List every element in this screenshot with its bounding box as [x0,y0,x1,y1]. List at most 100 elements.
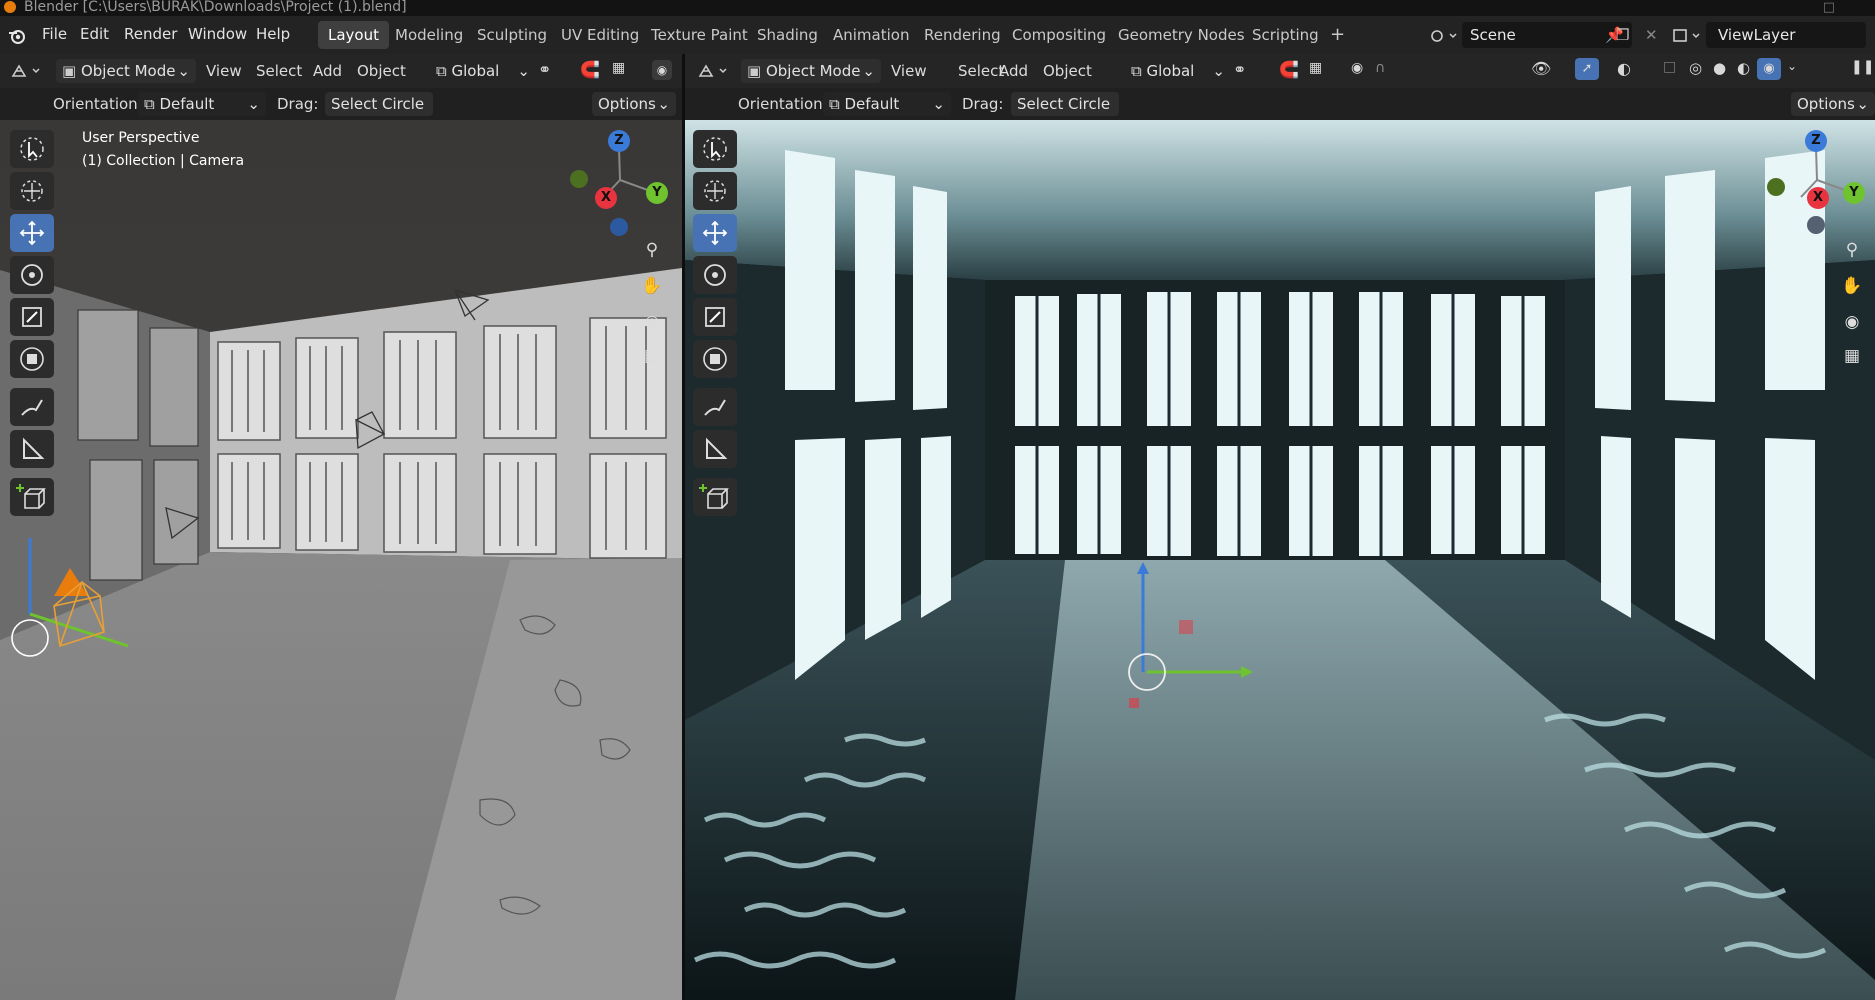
overlay-icon[interactable]: ◐ [1617,59,1631,78]
solid-shading-icon[interactable]: ● [1713,59,1726,77]
mode-dropdown[interactable]: ▣ Object Mode ⌄ [741,59,881,83]
orientation-dropdown[interactable]: ⧉ Default ⌄ [138,92,266,116]
menu-render[interactable]: Render [124,25,177,43]
tab-uv-editing[interactable]: UV Editing [551,21,649,49]
drag-dropdown[interactable]: Select Circle [325,92,433,116]
move-tool-button[interactable] [693,214,737,252]
window-maximize-icon[interactable]: □ [1823,0,1835,16]
rotate-tool-button[interactable] [10,256,54,294]
editor-type-icon[interactable] [10,62,46,80]
left-navigation-gizmo[interactable]: Z X Y [568,130,668,236]
select-tool-button[interactable] [693,130,737,168]
tab-layout[interactable]: Layout [318,21,389,49]
measure-tool-button[interactable] [10,430,54,468]
gizmo-y-axis[interactable]: Y [1843,182,1865,204]
camera-view-icon[interactable]: ◉ [638,308,666,336]
gizmo-x-axis[interactable]: X [595,187,617,209]
pan-hand-icon[interactable]: ✋ [1838,272,1866,300]
move-tool-button[interactable] [10,214,54,252]
view-layer-field[interactable]: ViewLayer [1706,22,1866,48]
menu-view[interactable]: View [891,58,927,84]
cursor-tool-button[interactable] [10,172,54,210]
gizmo-neg-z-axis[interactable] [1807,216,1825,234]
scale-tool-button[interactable] [693,298,737,336]
transform-tool-button[interactable] [693,340,737,378]
menu-object[interactable]: Object [357,58,406,84]
tab-animation[interactable]: Animation [823,21,919,49]
menu-add[interactable]: Add [999,58,1028,84]
menu-help[interactable]: Help [256,25,290,43]
measure-tool-button[interactable] [693,430,737,468]
tab-compositing[interactable]: Compositing [1002,21,1116,49]
gizmo-z-axis[interactable]: Z [608,130,630,152]
cursor-tool-button[interactable] [693,172,737,210]
zoom-icon[interactable]: ⚲ [1838,236,1866,264]
gizmo-toggle-icon[interactable]: ➚ [1575,58,1599,80]
right-3d-viewport[interactable]: Z X Y ⚲ ✋ ◉ ▦ [685,120,1875,1000]
pivot-icon[interactable]: ⚭ [538,60,551,79]
tab-modeling[interactable]: Modeling [385,21,473,49]
snap-target-icon[interactable]: ▦ [612,60,625,76]
visibility-eye-icon[interactable]: 👁 [1531,59,1551,78]
menu-view[interactable]: View [206,58,242,84]
add-cube-tool-button[interactable] [693,478,737,516]
select-tool-button[interactable] [10,130,54,168]
gizmo-y-axis[interactable]: Y [646,182,668,204]
menu-select[interactable]: Select [256,58,302,84]
rendered-shading-icon[interactable]: ◉ [1757,58,1781,80]
proportional-edit-icon[interactable]: ◉ [652,60,672,80]
gizmo-neg-y-axis[interactable] [570,170,588,188]
pause-render-icon[interactable]: ❚❚ [1851,59,1874,75]
mode-dropdown[interactable]: ▣ Object Mode ⌄ [56,59,196,83]
menu-window[interactable]: Window [188,25,247,43]
tab-sculpting[interactable]: Sculpting [467,21,557,49]
perspective-grid-icon[interactable]: ▦ [1838,342,1866,370]
xray-icon[interactable]: □ [1663,59,1676,75]
add-cube-tool-button[interactable] [10,478,54,516]
drag-dropdown[interactable]: Select Circle [1011,92,1119,116]
menu-edit[interactable]: Edit [80,25,109,43]
camera-view-icon[interactable]: ◉ [1838,308,1866,336]
right-navigation-gizmo[interactable]: Z X Y [1765,130,1865,234]
snap-icon[interactable]: 🧲 [1279,60,1299,79]
tab-texture-paint[interactable]: Texture Paint [641,21,758,49]
perspective-grid-icon[interactable]: ▦ [638,342,666,370]
scene-name-field[interactable]: Scene 📌 [1462,22,1632,48]
editor-type-icon[interactable] [697,62,733,80]
menu-object[interactable]: Object [1043,58,1092,84]
zoom-icon[interactable]: ⚲ [638,236,666,264]
snap-icon[interactable]: 🧲 [580,60,600,79]
tab-geometry-nodes[interactable]: Geometry Nodes [1108,21,1255,49]
annotate-tool-button[interactable] [693,388,737,426]
transform-orientation-dropdown[interactable]: ⧉ Global ⌄ [430,59,536,83]
blender-menu-icon[interactable] [8,27,26,45]
scale-tool-button[interactable] [10,298,54,336]
tab-shading[interactable]: Shading [747,21,828,49]
gizmo-z-axis[interactable]: Z [1805,130,1827,152]
delete-scene-icon[interactable]: ✕ [1645,26,1658,44]
transform-orientation-dropdown[interactable]: ⧉ Global ⌄ [1125,59,1231,83]
tab-rendering[interactable]: Rendering [914,21,1011,49]
orientation-dropdown[interactable]: ⧉ Default ⌄ [823,92,951,116]
view-layer-selector-icon[interactable] [1672,28,1702,44]
gizmo-x-axis[interactable]: X [1807,187,1829,209]
gizmo-neg-z-axis[interactable] [610,218,628,236]
shading-options-chevron-icon[interactable]: ⌄ [1787,59,1797,73]
menu-file[interactable]: File [42,25,67,43]
pan-hand-icon[interactable]: ✋ [638,272,666,300]
material-shading-icon[interactable]: ◐ [1737,59,1750,77]
rotate-tool-button[interactable] [693,256,737,294]
falloff-curve-icon[interactable]: ∩ [1375,60,1385,76]
transform-tool-button[interactable] [10,340,54,378]
tab-scripting[interactable]: Scripting [1242,21,1329,49]
left-3d-viewport[interactable]: User Perspective (1) Collection | Camera… [0,120,682,1000]
scene-selector-icon[interactable] [1430,28,1458,44]
add-workspace-button[interactable]: + [1320,21,1355,49]
pivot-icon[interactable]: ⚭ [1233,60,1246,79]
annotate-tool-button[interactable] [10,388,54,426]
menu-select[interactable]: Select [958,58,1004,84]
new-scene-icon[interactable]: ❐ [1616,26,1629,44]
options-dropdown[interactable]: Options ⌄ [1791,92,1875,116]
wireframe-shading-icon[interactable]: ◎ [1689,59,1702,77]
proportional-edit-icon[interactable]: ◉ [1351,60,1363,76]
